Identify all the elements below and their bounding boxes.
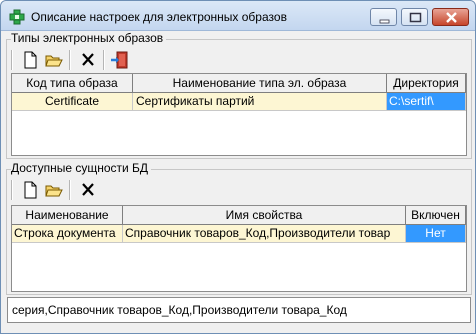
cell-property-name[interactable]: Справочник товаров_Код,Производители тов…	[123, 225, 406, 243]
minimize-button[interactable]	[370, 8, 397, 26]
window-title: Описание настроек для электронных образо…	[31, 10, 287, 24]
entities-grid: Наименование Имя свойства Включен Строка…	[11, 205, 467, 292]
toolbar-separator	[11, 180, 13, 200]
open-folder-icon	[45, 185, 63, 197]
column-header-code[interactable]: Код типа образа	[12, 74, 133, 93]
maximize-button[interactable]	[401, 8, 428, 26]
column-header-directory[interactable]: Директория	[387, 74, 466, 93]
cell-entity-name[interactable]: Строка документа	[12, 225, 123, 243]
types-grid: Код типа образа Наименование типа эл. об…	[11, 73, 467, 156]
types-delete-button[interactable]	[77, 49, 99, 71]
cell-enabled[interactable]: Нет	[406, 225, 466, 243]
column-header-type-name[interactable]: Наименование типа эл. образа	[133, 74, 387, 93]
open-folder-icon	[45, 55, 63, 67]
exit-door-icon	[111, 51, 128, 69]
column-header-enabled[interactable]: Включен	[406, 206, 466, 225]
types-new-button[interactable]	[19, 49, 41, 71]
entities-new-button[interactable]	[19, 179, 41, 201]
toolbar-separator	[103, 50, 105, 70]
cell-type-code[interactable]: Certificate	[12, 93, 133, 111]
title-bar[interactable]: Описание настроек для электронных образо…	[1, 1, 475, 31]
toolbar-separator	[69, 50, 71, 70]
cell-type-name[interactable]: Сертификаты партий	[133, 93, 387, 111]
maximize-icon	[409, 12, 422, 23]
delete-x-icon	[82, 53, 94, 66]
entities-delete-button[interactable]	[77, 179, 99, 201]
close-button[interactable]	[432, 8, 469, 26]
types-open-button[interactable]	[43, 49, 65, 71]
column-header-name[interactable]: Наименование	[12, 206, 123, 225]
close-icon	[446, 12, 457, 23]
delete-x-icon	[82, 183, 94, 196]
new-document-icon	[24, 51, 37, 69]
types-group-title: Типы электронных образов	[11, 31, 167, 45]
column-header-property[interactable]: Имя свойства	[123, 206, 406, 225]
minimize-icon	[379, 19, 390, 24]
property-path-field[interactable]: серия,Справочник товаров_Код,Производите…	[7, 297, 471, 323]
cell-directory[interactable]: C:\sertif\	[387, 93, 466, 111]
toolbar-separator	[69, 180, 71, 200]
entities-open-button[interactable]	[43, 179, 65, 201]
toolbar-separator	[11, 50, 13, 70]
types-exit-button[interactable]	[109, 49, 131, 71]
main-window: Описание настроек для электронных образо…	[0, 0, 476, 334]
new-document-icon	[24, 181, 37, 199]
green-cross-icon	[9, 9, 25, 25]
entities-group-title: Доступные сущности БД	[11, 161, 152, 175]
